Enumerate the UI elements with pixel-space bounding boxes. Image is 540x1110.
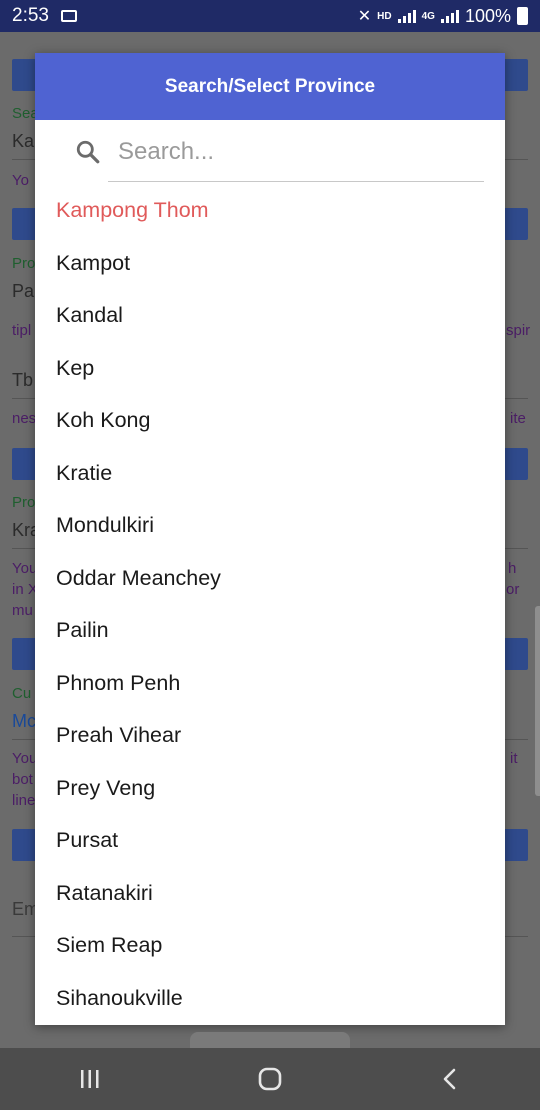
wifi-icon [60, 10, 77, 22]
partial-button [190, 1032, 350, 1048]
province-item[interactable]: Pailin [35, 604, 505, 657]
help-text: it [510, 750, 518, 767]
scrollbar[interactable] [535, 606, 540, 796]
search-underline [108, 181, 484, 182]
help-text: mu [12, 602, 33, 619]
field-label: Cu [12, 685, 32, 702]
province-item[interactable]: Phnom Penh [35, 657, 505, 710]
province-item[interactable]: Kampot [35, 237, 505, 290]
battery-percent: 100% [464, 5, 511, 26]
home-button[interactable] [240, 1059, 300, 1099]
recents-button[interactable] [60, 1059, 120, 1099]
hd-label: HD [377, 10, 392, 22]
help-text: You [12, 560, 38, 577]
search-input[interactable] [108, 132, 484, 172]
help-text: line [12, 792, 36, 809]
field-value: Ka [12, 131, 35, 151]
status-time: 2:53 [12, 5, 49, 26]
province-item[interactable]: Preah Vihear [35, 709, 505, 762]
home-icon [258, 1067, 282, 1091]
status-bar: 2:53 ✕ HD 4G 100% [0, 0, 540, 32]
help-text: Yo [12, 172, 29, 189]
field-value: Pa [12, 281, 35, 301]
help-text: tipl [12, 322, 32, 339]
dialog-title: Search/Select Province [164, 75, 376, 97]
province-item[interactable]: Sihanoukville [35, 972, 505, 1025]
back-icon [443, 1068, 456, 1090]
province-item[interactable]: Siem Reap [35, 919, 505, 972]
field-value: Tb [12, 370, 34, 390]
province-item[interactable]: Kep [35, 342, 505, 395]
province-dialog: Search/Select Province Kampong ThomKampo… [35, 53, 505, 1025]
battery-icon [517, 7, 528, 25]
province-item[interactable]: Oddar Meanchey [35, 552, 505, 605]
mute-vibrate-icon: ✕ [357, 8, 372, 25]
status-right: ✕ HD 4G 100% [358, 6, 528, 27]
help-text: ite [510, 410, 526, 427]
field-label: Pro [12, 494, 36, 511]
signal-icon [397, 9, 416, 23]
help-text: bot [12, 771, 33, 788]
help-text: in X [12, 581, 38, 598]
province-item[interactable]: Ratanakiri [35, 867, 505, 920]
help-text: or [506, 581, 520, 598]
search-row [35, 120, 505, 182]
search-icon [76, 140, 100, 164]
province-item[interactable]: Prey Veng [35, 762, 505, 815]
province-item-selected[interactable]: Kampong Thom [35, 184, 505, 237]
province-item[interactable]: Koh Kong [35, 394, 505, 447]
help-text: nes [12, 410, 37, 427]
back-button[interactable] [420, 1059, 480, 1099]
network-label: 4G [421, 10, 435, 22]
signal-icon-2 [440, 9, 459, 23]
help-text: spir [506, 322, 531, 339]
help-text: h [508, 560, 517, 577]
navigation-bar [0, 1048, 540, 1110]
province-list: Kampong Thom Kampot Kandal Kep Koh Kong Krati… [35, 182, 505, 1024]
dialog-header: Search/Select Province [35, 53, 505, 120]
province-item[interactable]: Kandal [35, 289, 505, 342]
help-text: You [12, 750, 38, 767]
field-value: Mc [12, 711, 36, 731]
province-item[interactable]: Mondulkiri [35, 499, 505, 552]
province-item[interactable]: Kratie [35, 447, 505, 500]
recents-icon [81, 1070, 99, 1088]
field-label: Pro [12, 255, 36, 272]
province-item[interactable]: Pursat [35, 814, 505, 867]
